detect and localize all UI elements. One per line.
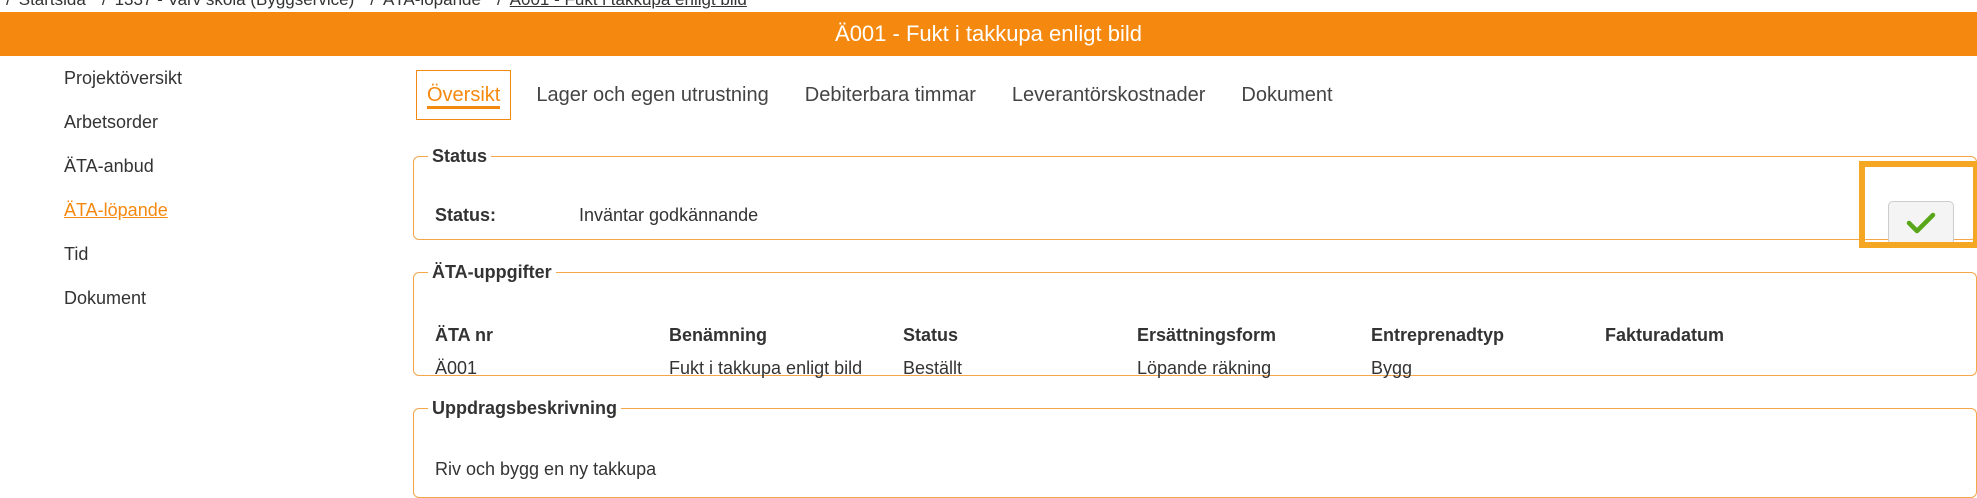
status-value: Inväntar godkännande — [579, 205, 759, 225]
tab-leverantorskostnader[interactable]: Leverantörskostnader — [1001, 70, 1216, 120]
tab-active-underline — [427, 106, 501, 109]
breadcrumb-separator: / — [102, 0, 107, 10]
value-fakturadatum — [1605, 358, 1839, 379]
column-header-ersattningsform: Ersättningsform — [1137, 325, 1277, 345]
column-header-entreprenadtyp: Entreprenadtyp — [1371, 325, 1505, 345]
column-header-ata-nr: ÄTA nr — [435, 325, 493, 345]
tab-label: Leverantörskostnader — [1011, 83, 1206, 106]
value-benamning: Fukt i takkupa enligt bild — [669, 358, 863, 378]
page-header-bar: Ä001 - Fukt i takkupa enligt bild — [0, 12, 1977, 56]
status-row: Status: Inväntar godkännande — [435, 205, 758, 226]
ata-section-legend: ÄTA-uppgifter — [432, 262, 552, 282]
tab-debiterbara-timmar[interactable]: Debiterbara timmar — [794, 70, 987, 120]
checkmark-icon — [1906, 212, 1936, 234]
value-ata-nr: Ä001 — [435, 358, 478, 378]
status-section: Status Status: Inväntar godkännande — [413, 146, 1977, 245]
breadcrumb-item-project[interactable]: 1337 - Varv skola (Byggservice) — [115, 0, 355, 10]
sidebar-item-dokument[interactable]: Dokument — [64, 284, 364, 328]
tab-label: Lager och egen utrustning — [536, 83, 769, 106]
ata-details-grid: ÄTA nr Benämning Status Ersättningsform … — [435, 325, 1839, 379]
tab-dokument[interactable]: Dokument — [1230, 70, 1343, 120]
breadcrumb-separator: / — [497, 0, 502, 10]
description-section-legend: Uppdragsbeskrivning — [432, 398, 618, 418]
sidebar-item-ata-anbud[interactable]: ÄTA-anbud — [64, 152, 364, 196]
sidebar-item-ata-lopande[interactable]: ÄTA-löpande — [64, 196, 364, 240]
value-ersattningsform: Löpande räkning — [1137, 358, 1272, 378]
tab-label: Översikt — [427, 83, 501, 106]
breadcrumb-item-home[interactable]: Startsida — [19, 0, 86, 10]
column-header-benamning: Benämning — [669, 325, 768, 345]
column-header-status: Status — [903, 325, 959, 345]
sidebar-item-arbetsorder[interactable]: Arbetsorder — [64, 108, 364, 152]
breadcrumb-separator: / — [6, 0, 11, 10]
column-header-fakturadatum: Fakturadatum — [1605, 325, 1725, 345]
tab-oversikt[interactable]: Översikt — [416, 70, 512, 120]
breadcrumb: / Startsida / 1337 - Varv skola (Byggser… — [0, 0, 757, 11]
status-section-legend: Status — [432, 146, 488, 166]
page-title: Ä001 - Fukt i takkupa enligt bild — [835, 21, 1142, 46]
description-section: Uppdragsbeskrivning Riv och bygg en ny t… — [413, 398, 1977, 498]
sidebar-nav: Projektöversikt Arbetsorder ÄTA-anbud ÄT… — [64, 64, 364, 328]
tab-label: Dokument — [1241, 83, 1333, 106]
tab-bar: Översikt Lager och egen utrustning Debit… — [416, 70, 1358, 120]
tab-lager-och-egen-utrustning[interactable]: Lager och egen utrustning — [525, 70, 779, 120]
breadcrumb-item-current[interactable]: Ä001 - Fukt i takkupa enligt bild — [510, 0, 747, 10]
sidebar-item-projektoversikt[interactable]: Projektöversikt — [64, 64, 364, 108]
approve-button[interactable] — [1888, 201, 1954, 245]
value-status: Beställt — [903, 358, 963, 378]
ata-details-section: ÄTA-uppgifter ÄTA nr Benämning Status Er… — [413, 262, 1977, 379]
breadcrumb-item-ata-lopande[interactable]: ÄTA-löpande — [383, 0, 481, 10]
tab-label: Debiterbara timmar — [804, 83, 976, 106]
breadcrumb-separator: / — [370, 0, 375, 10]
sidebar-item-tid[interactable]: Tid — [64, 240, 364, 284]
status-label: Status: — [435, 205, 497, 225]
value-entreprenadtyp: Bygg — [1371, 358, 1413, 378]
